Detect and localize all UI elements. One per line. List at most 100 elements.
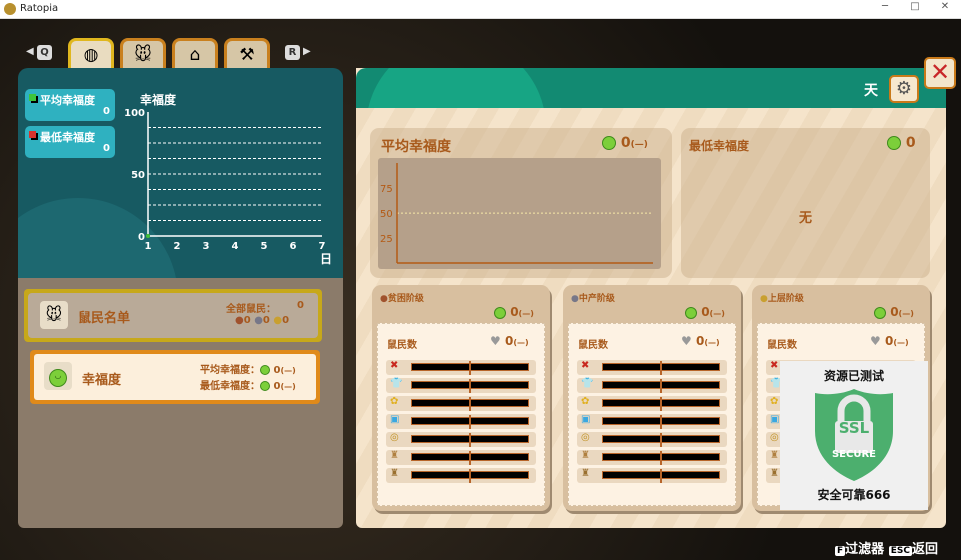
min-happiness-row: 最低幸福度： 0(—) <box>200 377 296 392</box>
bar-marker <box>660 451 662 465</box>
maximize-button[interactable]: □ <box>900 1 930 17</box>
secure-text: SECURE <box>831 449 877 460</box>
filter-key[interactable]: F <box>835 546 846 556</box>
x-tick-label: 6 <box>290 241 297 252</box>
rat-icon: ♥ <box>870 334 881 348</box>
minimum-happiness-box: 最低幸福度 0 无 <box>681 128 930 278</box>
need-row: ✿ <box>386 396 536 411</box>
need-row: ♜ <box>577 450 727 465</box>
class-happiness: 0(—) <box>685 305 725 319</box>
smiley-icon <box>260 365 270 375</box>
roster-title: 鼠民名单 <box>78 311 131 326</box>
wealth-bag-icon: ♜ <box>770 468 779 479</box>
coin-icon: ◎ <box>390 432 399 443</box>
roster-card[interactable]: 🐭 鼠民名单 全部鼠民： 0 ●0 ●0 ●0 <box>24 289 322 342</box>
overview-chart-panel: 平均幸福度 0 最低幸福度 0 幸福度 0 50 100 1 2 3 4 5 6 7 日 <box>18 68 343 278</box>
need-bar <box>602 379 720 393</box>
average-happiness-box: 平均幸福度 0(—) 75 50 25 <box>370 128 672 278</box>
hygiene-icon: ▣ <box>770 414 780 425</box>
prev-tab-key[interactable]: Q <box>37 45 52 60</box>
entertainment-icon: ✿ <box>770 396 779 407</box>
ssl-overlay: 资源已测试 SSL SECURE 安全可靠666 <box>780 361 928 510</box>
bar-marker <box>469 379 471 393</box>
happiness-card[interactable]: ◡ 幸福度 平均幸福度： 0(—) 最低幸福度： 0(—) <box>30 350 320 404</box>
min-value: 0 <box>905 135 916 151</box>
class-needs-panel: 鼠民数 ♥ 0(—) ✖ 👕 ✿ ▣ ◎ ♜ ♜ <box>568 323 736 506</box>
hygiene-icon: ▣ <box>390 414 400 425</box>
need-row: ◎ <box>577 432 727 447</box>
need-row: ✿ <box>577 396 727 411</box>
tools-icon: ⚒ <box>239 45 255 65</box>
money-bag-icon: ♜ <box>581 450 590 461</box>
class-happiness-change: (—) <box>518 309 534 318</box>
x-tick-label: 4 <box>232 241 239 252</box>
close-window-button[interactable]: ✕ <box>930 1 960 17</box>
population-label: 鼠民数 <box>387 340 417 351</box>
data-point <box>146 234 150 238</box>
minimize-button[interactable]: ─ <box>870 1 900 17</box>
avg-value-row: 0(—) <box>602 135 648 151</box>
bar-marker <box>660 469 662 483</box>
coin-icon: ◎ <box>770 432 779 443</box>
min-empty-text: 无 <box>799 211 813 226</box>
poor-count: 0 <box>243 315 251 326</box>
app-logo-icon <box>4 3 16 15</box>
class-happiness-value: 0 <box>701 305 710 319</box>
smiley-icon <box>602 136 616 150</box>
need-bar <box>411 451 529 465</box>
bar-marker <box>469 415 471 429</box>
need-row: ◎ <box>386 432 536 447</box>
class-rat-icon: ● <box>571 294 579 304</box>
overlay-title: 资源已测试 <box>823 369 884 383</box>
wealth-bag-icon: ♜ <box>581 468 590 479</box>
food-icon: ✖ <box>390 360 399 371</box>
hygiene-icon: ▣ <box>581 414 591 425</box>
bar-marker <box>469 397 471 411</box>
tab-tools[interactable]: ⚒ <box>224 38 270 70</box>
tab-rat[interactable]: 🐭 <box>120 38 166 70</box>
class-rat-icon: ● <box>760 294 768 304</box>
population-value-row: ♥ 0(—) <box>681 334 720 348</box>
population-change: (—) <box>893 338 909 347</box>
next-arrow-icon[interactable]: ▶ <box>303 46 311 57</box>
avg-title: 平均幸福度 <box>381 139 451 155</box>
x-tick-label: 5 <box>261 241 268 252</box>
population-change: (—) <box>704 338 720 347</box>
ssl-text: SSL <box>838 419 870 437</box>
need-row: 👕 <box>386 378 536 393</box>
footer-hints: F 过滤器 ESC 返回 <box>835 538 938 557</box>
tab-coin[interactable]: ◍ <box>68 38 114 70</box>
avg-happiness-chart: 75 50 25 <box>378 158 661 269</box>
prev-arrow-icon[interactable]: ◀ <box>26 46 34 57</box>
avg-happiness-row: 平均幸福度： 0(—) <box>200 361 296 376</box>
filter-label[interactable]: 过滤器 <box>845 542 884 557</box>
entertainment-icon: ✿ <box>390 396 399 407</box>
min-title: 最低幸福度 <box>689 139 750 153</box>
smiley-icon <box>260 381 270 391</box>
class-title: ●上层阶级 <box>760 291 804 304</box>
next-tab-key[interactable]: R <box>285 45 300 60</box>
happiness-line-chart: 幸福度0501001 2 3 4 5 6 7日 <box>124 92 332 266</box>
upper-count: 0 <box>282 315 290 326</box>
need-bar <box>411 415 529 429</box>
tab-house[interactable]: ⌂ <box>172 38 218 70</box>
min-value-row: 0 <box>887 135 916 151</box>
smiley-icon <box>887 136 901 150</box>
class-happiness-value: 0 <box>510 305 519 319</box>
y-tick-label: 75 <box>380 184 393 195</box>
bar-marker <box>469 361 471 375</box>
back-key[interactable]: ESC <box>888 546 912 556</box>
need-bar <box>602 451 720 465</box>
back-label[interactable]: 返回 <box>912 542 938 557</box>
settings-gear-button[interactable]: ⚙ <box>889 75 919 103</box>
class-counts: ●0 ●0 ●0 <box>235 315 289 326</box>
need-bar <box>602 397 720 411</box>
bar-marker <box>469 433 471 447</box>
happiness-title: 幸福度 <box>82 373 122 388</box>
class-name: 中产阶级 <box>578 294 615 304</box>
smiley-icon <box>685 306 697 319</box>
class-card: ●贫困阶级 0(—) 鼠民数 ♥ 0(—) ✖ 👕 ✿ ▣ ◎ ♜ ♜ <box>372 285 550 511</box>
population-label: 鼠民数 <box>578 340 608 351</box>
entertainment-icon: ✿ <box>581 396 590 407</box>
close-panel-button[interactable]: ✕ <box>924 57 956 89</box>
